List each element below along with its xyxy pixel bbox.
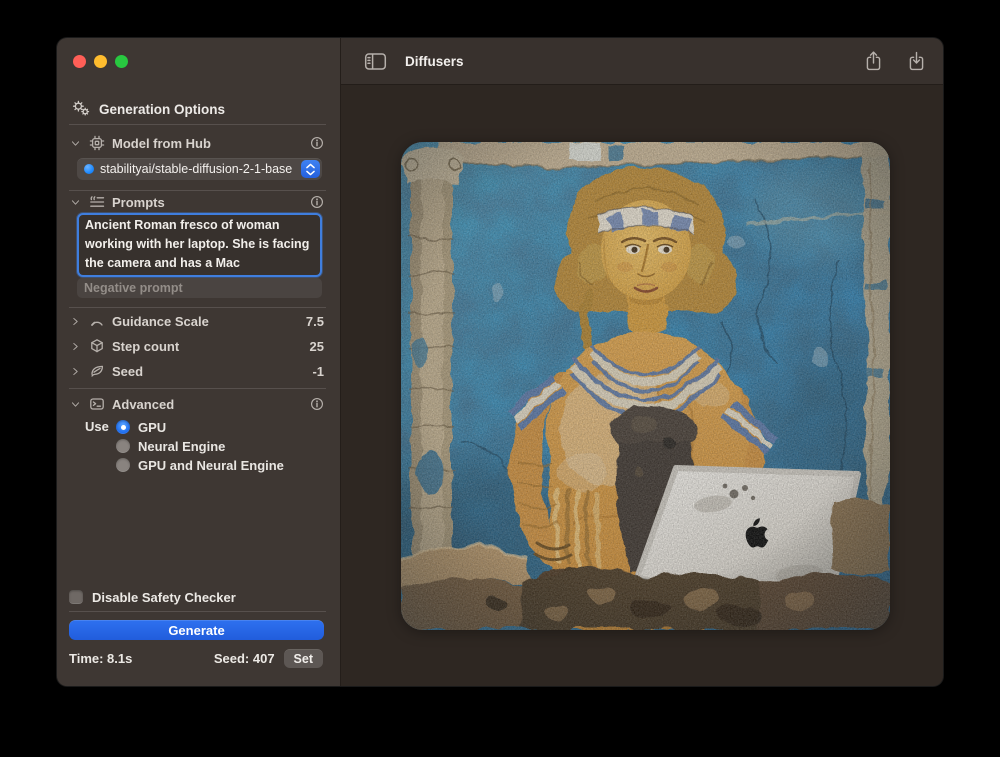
checkbox-icon[interactable] [69,590,83,604]
chevron-down-icon [69,138,81,149]
divider [69,388,326,389]
info-icon[interactable] [310,397,324,411]
prompts-section-header[interactable]: Prompts [69,193,324,211]
share-icon[interactable] [864,50,883,72]
info-icon[interactable] [310,136,324,150]
radio-gpu-label: GPU [138,420,166,435]
prompts-section-label: Prompts [112,195,303,210]
gears-icon [72,100,90,119]
use-label: Use [85,420,116,434]
step-count-label: Step count [112,339,303,354]
set-seed-button[interactable]: Set [284,649,323,668]
generate-button[interactable]: Generate [69,620,324,640]
close-button[interactable] [73,55,86,68]
negative-prompt-input[interactable] [77,278,322,298]
text-quote-icon [88,194,105,210]
leaf-icon [88,363,105,379]
divider [69,190,326,191]
download-icon[interactable] [907,50,926,72]
chevron-down-icon [69,399,81,410]
step-count-row[interactable]: Step count 25 [69,337,324,355]
divider [69,124,326,125]
dial-icon [88,313,105,329]
model-select[interactable]: stabilityai/stable-diffusion-2-1-base [77,158,322,180]
advanced-section-label: Advanced [112,397,303,412]
guidance-scale-row[interactable]: Guidance Scale 7.5 [69,312,324,330]
status-bar: Time: 8.1s Seed: 407 Set [69,649,323,668]
chevron-right-icon [69,316,81,327]
minimize-button[interactable] [94,55,107,68]
diffusers-window: Generation Options [57,38,943,686]
seed-label: Seed [112,364,305,379]
disable-safety-checker-label: Disable Safety Checker [92,590,236,605]
chevron-down-icon [69,197,81,208]
info-icon[interactable] [310,195,324,209]
zoom-button[interactable] [115,55,128,68]
guidance-scale-value: 7.5 [306,314,324,329]
disable-safety-checker-row[interactable]: Disable Safety Checker [69,588,236,606]
model-select-value: stabilityai/stable-diffusion-2-1-base [100,162,295,176]
sidebar-toggle-icon[interactable] [364,52,387,71]
guidance-scale-label: Guidance Scale [112,314,299,329]
sidebar: Generation Options [57,38,341,686]
radio-neural-engine-label: Neural Engine [138,439,225,454]
divider [69,611,326,612]
model-status-dot [84,164,94,174]
chevron-right-icon [69,366,81,377]
compute-unit-group: Use GPU Neural Engine GPU and Neural Eng… [85,420,284,472]
radio-icon [116,458,130,472]
traffic-lights [73,55,128,68]
radio-gpu-and-neural-engine-label: GPU and Neural Engine [138,458,284,473]
select-stepper-icon[interactable] [301,160,320,178]
model-section-header[interactable]: Model from Hub [69,134,324,152]
cube-icon [88,338,105,354]
radio-gpu-and-neural-engine[interactable]: GPU and Neural Engine [116,458,284,472]
sidebar-header: Generation Options [72,100,324,118]
step-count-value: 25 [310,339,324,354]
prompt-input[interactable]: Ancient Roman fresco of woman working wi… [77,213,322,277]
titlebar: Diffusers [341,38,943,85]
radio-icon [116,439,130,453]
seed-value: -1 [312,364,324,379]
desktop: { "titlebar": { "title": "Diffusers", "i… [0,0,1000,757]
seed-row[interactable]: Seed -1 [69,362,324,380]
window-title: Diffusers [405,54,464,69]
radio-neural-engine[interactable]: Neural Engine [116,439,284,453]
terminal-icon [88,396,105,412]
main-pane: Diffusers [341,38,943,686]
divider [69,307,326,308]
radio-gpu[interactable]: GPU [116,420,284,434]
image-canvas [341,85,943,686]
generation-time: Time: 8.1s [69,651,214,666]
advanced-section-header[interactable]: Advanced [69,395,324,413]
chevron-right-icon [69,341,81,352]
model-section-label: Model from Hub [112,136,303,151]
sidebar-header-label: Generation Options [99,102,225,117]
result-seed: Seed: 407 [214,651,275,666]
chip-icon [88,135,105,151]
generated-image-fresco[interactable] [401,142,890,630]
radio-icon [116,420,130,434]
